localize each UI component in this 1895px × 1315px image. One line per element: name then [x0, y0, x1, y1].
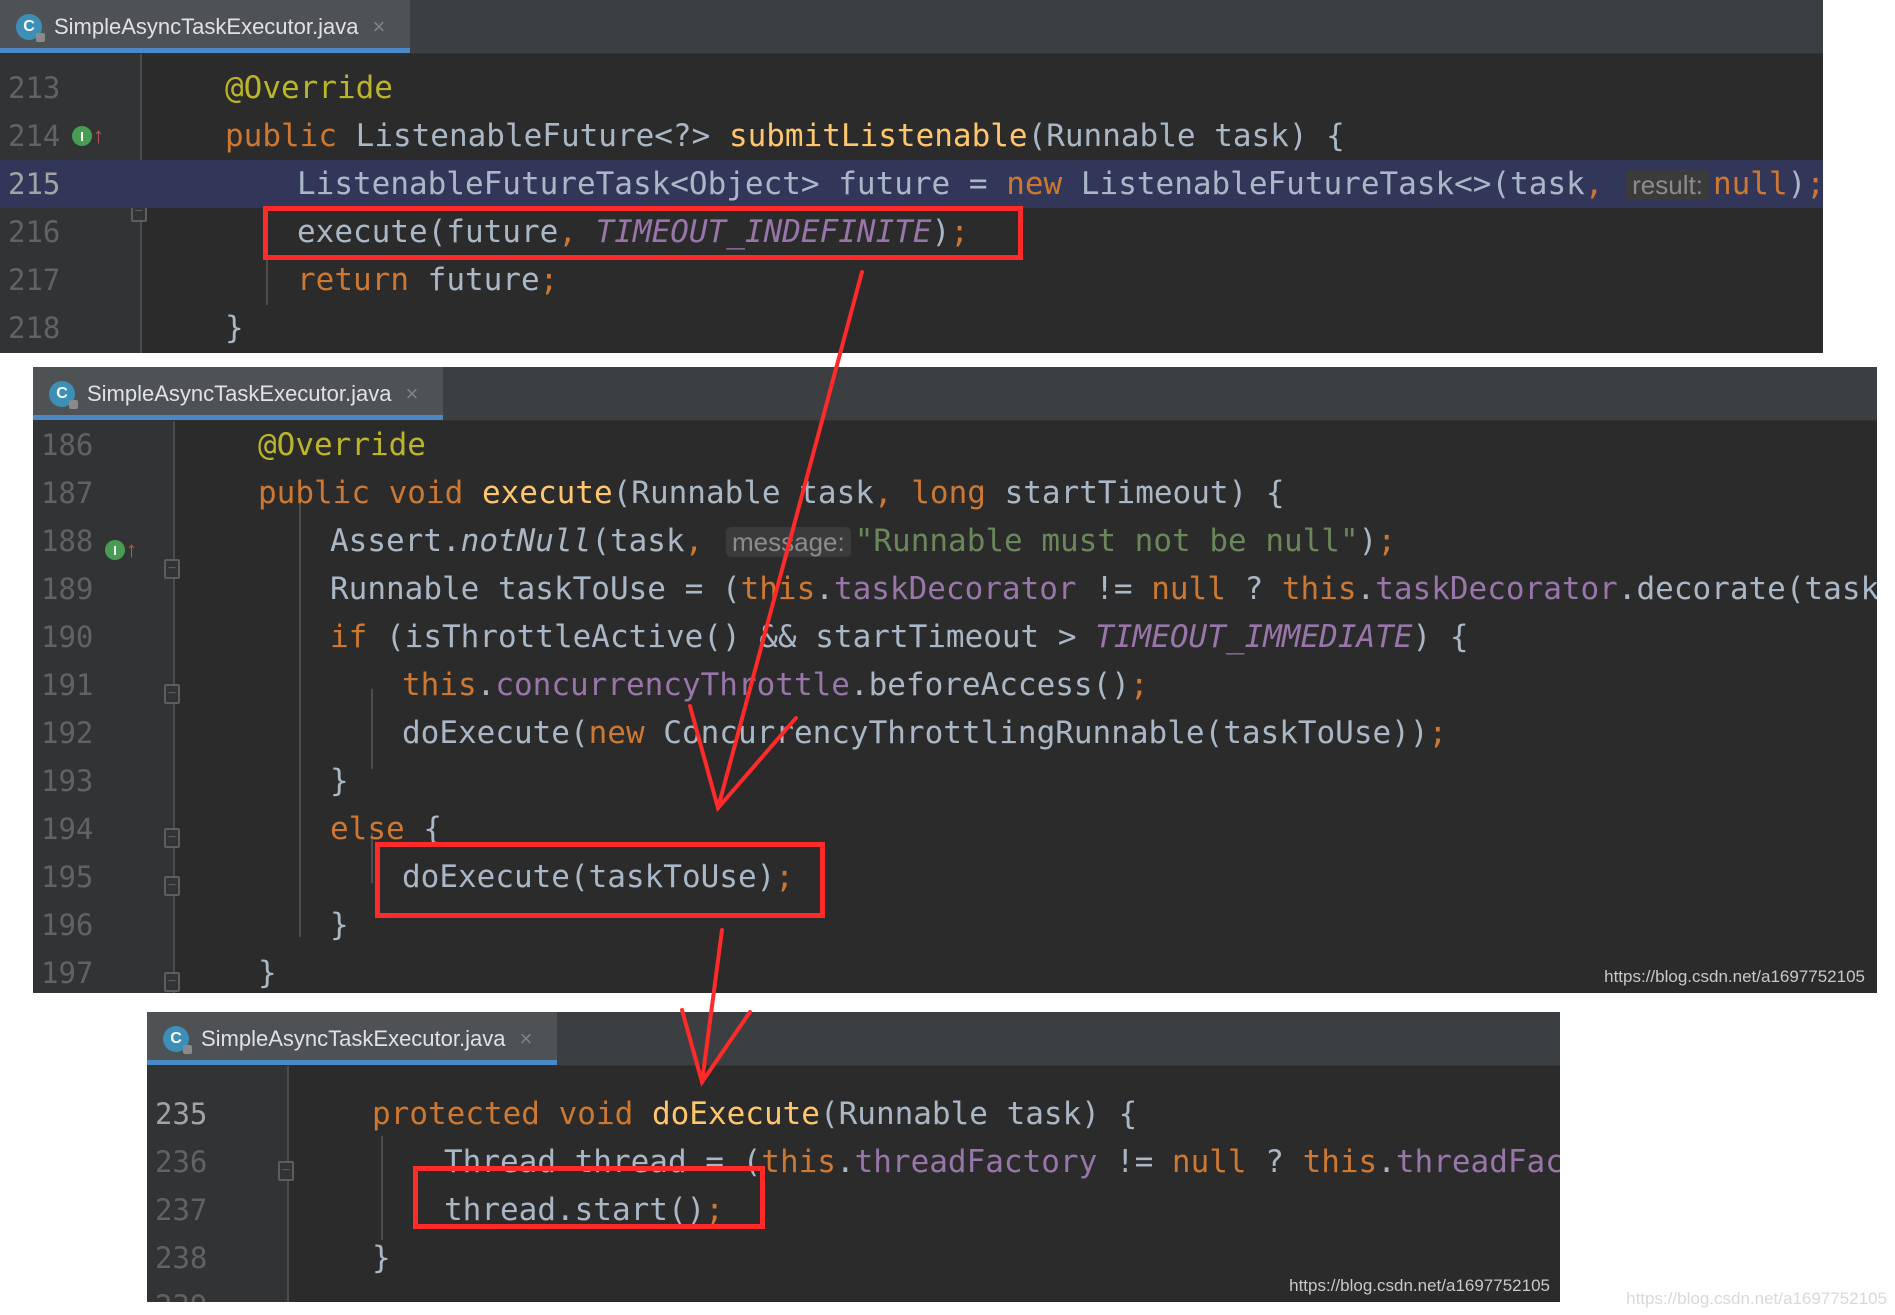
flow-arrows	[680, 270, 864, 1087]
arrowhead	[680, 1008, 752, 1087]
